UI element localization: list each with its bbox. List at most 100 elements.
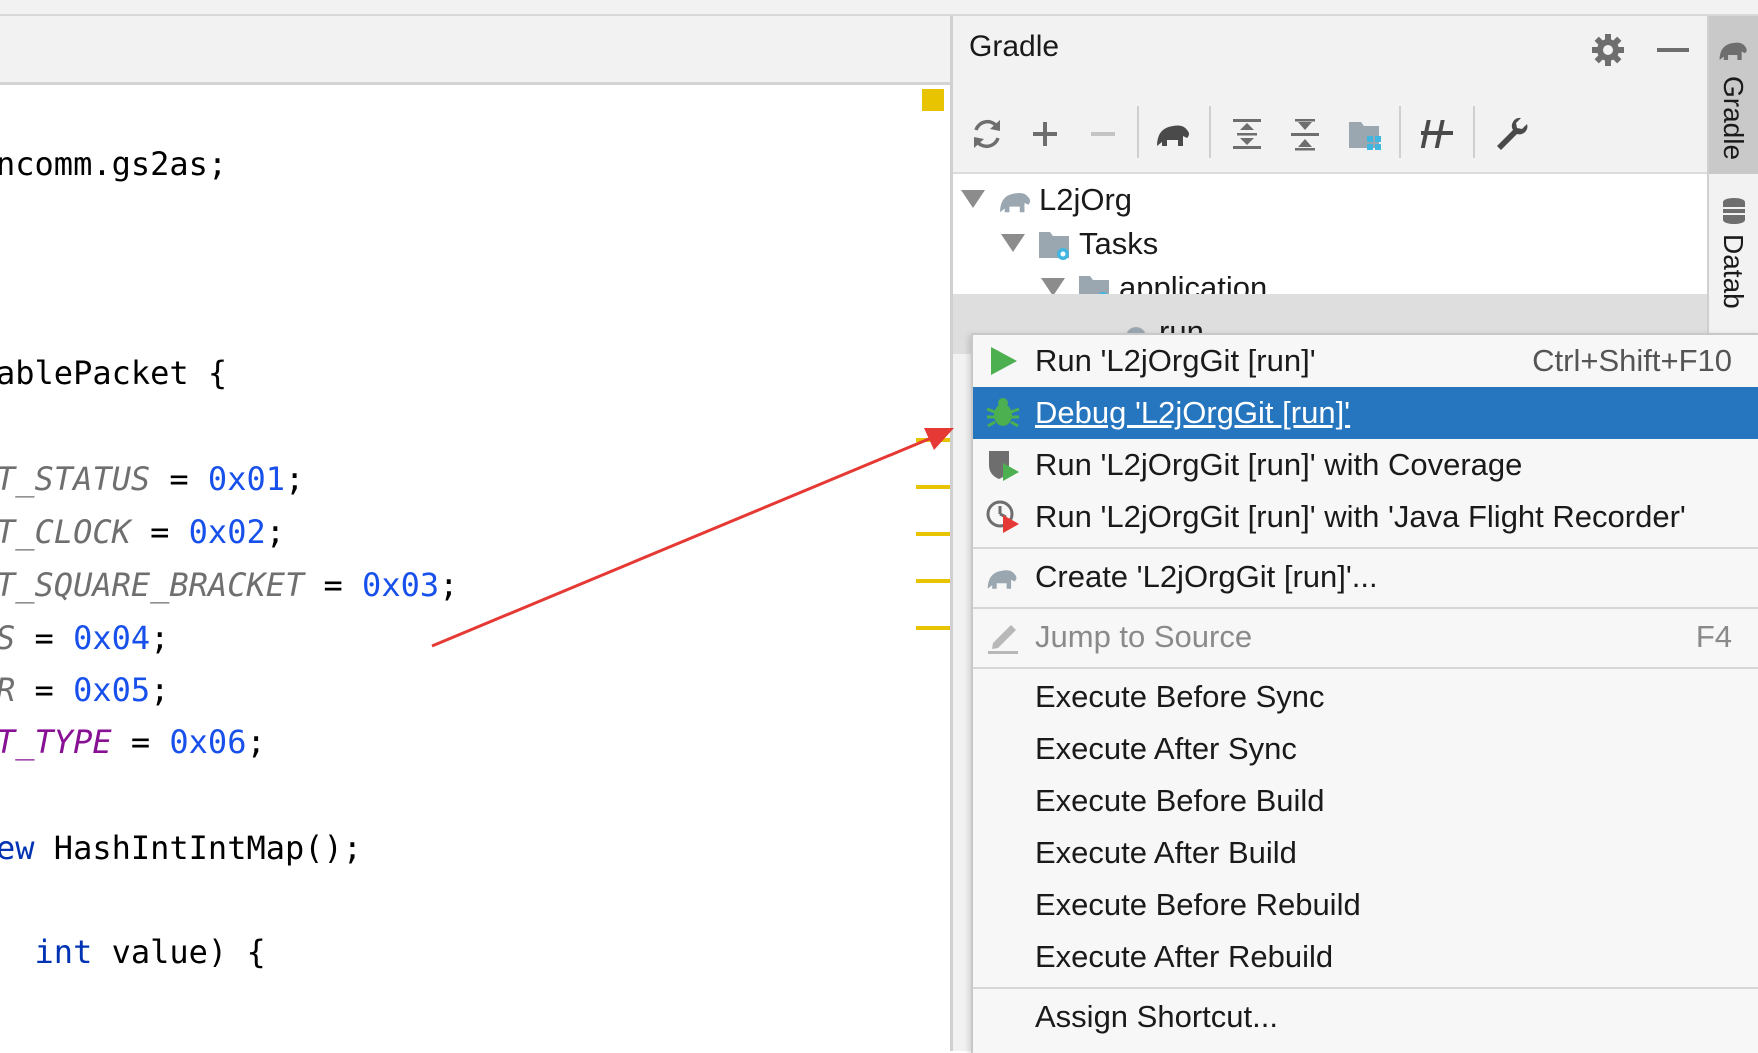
code-token: T_TYPE	[0, 723, 112, 761]
code-token: ;	[265, 513, 285, 551]
tasks-folder-icon	[1039, 232, 1069, 260]
gradle-title: Gradle	[969, 30, 1060, 63]
code-token: ;	[246, 723, 266, 761]
profiler-clock-icon	[986, 500, 1019, 533]
menu-item-run-jfr[interactable]: Run 'L2jOrgGit [run]' with 'Java Flight …	[973, 491, 1758, 543]
wrench-icon[interactable]	[1491, 114, 1531, 154]
analysis-status-icon[interactable]	[922, 89, 944, 111]
code-line: S = 0x04;	[0, 618, 169, 658]
code-token: 0x04	[73, 619, 151, 657]
menu-item-create[interactable]: Create 'L2jOrgGit [run]'...	[973, 551, 1758, 603]
code-token: ;	[150, 619, 170, 657]
warning-stripe[interactable]	[916, 438, 950, 442]
warning-stripe[interactable]	[916, 485, 950, 489]
gradle-toolbar	[953, 94, 1707, 170]
expand-arrow-icon[interactable]	[961, 190, 985, 208]
run-icon	[991, 347, 1017, 375]
code-token: 0x06	[169, 723, 247, 761]
code-token: ablePacket {	[0, 354, 228, 392]
code-token: =	[15, 619, 74, 657]
gradle-elephant-icon[interactable]	[1153, 114, 1193, 154]
remove-icon[interactable]	[1083, 114, 1123, 154]
collapse-all-icon[interactable]	[1285, 114, 1325, 154]
add-icon[interactable]	[1025, 114, 1065, 154]
code-token: =	[150, 460, 208, 498]
code-token: =	[130, 513, 189, 551]
group-modules-icon[interactable]	[1345, 114, 1385, 154]
expand-all-icon[interactable]	[1227, 114, 1267, 154]
code-token: HashIntIntMap();	[34, 829, 363, 867]
menu-separator	[973, 987, 1758, 989]
reload-icon[interactable]	[967, 114, 1007, 154]
code-line: int value) {	[0, 932, 266, 972]
code-line: ncomm.gs2as;	[0, 144, 227, 184]
code-token: 0x05	[73, 671, 151, 709]
toggle-offline-icon[interactable]	[1417, 114, 1457, 154]
code-line: T_SQUARE_BRACKET = 0x03;	[0, 565, 458, 605]
code-token: 0x03	[362, 566, 440, 604]
code-token: T_STATUS	[0, 460, 151, 498]
gear-icon[interactable]	[1590, 32, 1626, 68]
menu-item-execute-after-rebuild[interactable]: Execute After Rebuild	[973, 931, 1758, 983]
menu-separator	[973, 607, 1758, 609]
debug-bug-icon	[986, 398, 1020, 428]
code-token: 0x01	[207, 460, 285, 498]
menu-separator	[973, 547, 1758, 549]
gradle-tab-label: Gradle	[1718, 76, 1749, 161]
gradle-elephant-icon	[987, 570, 1017, 589]
warning-stripe[interactable]	[916, 626, 950, 630]
tree-item-root[interactable]: L2jOrg	[1039, 182, 1132, 218]
menu-item-execute-before-rebuild[interactable]: Execute Before Rebuild	[973, 879, 1758, 931]
menu-item-debug[interactable]: Debug 'L2jOrgGit [run]'	[973, 387, 1758, 439]
toolbar-separator	[1209, 106, 1211, 158]
code-line: T_CLOCK = 0x02;	[0, 512, 285, 552]
menu-item-assign-shortcut[interactable]: Assign Shortcut...	[973, 991, 1758, 1043]
code-token: value) {	[92, 933, 266, 971]
menu-item-jump-to-source[interactable]: Jump to Source F4	[973, 611, 1758, 663]
gradle-project-icon	[1000, 192, 1031, 213]
code-token: ncomm.gs2as;	[0, 145, 228, 183]
menu-item-execute-after-build[interactable]: Execute After Build	[973, 827, 1758, 879]
code-token: 0x02	[188, 513, 266, 551]
code-line: R = 0x05;	[0, 670, 169, 710]
editor-tab-bar	[0, 16, 950, 85]
gradle-tab[interactable]: Gradle	[1709, 16, 1758, 174]
database-tab-label[interactable]: Datab	[1717, 234, 1749, 309]
warning-stripe[interactable]	[916, 532, 950, 536]
code-editor[interactable]: ncomm.gs2as; ablePacket { T_STATUS = 0x01;…	[0, 16, 950, 1051]
code-line: ew HashIntIntMap();	[0, 828, 362, 868]
code-token: T_CLOCK	[0, 513, 131, 551]
code-token: T_SQUARE_BRACKET	[0, 566, 305, 604]
menu-separator	[973, 667, 1758, 669]
expand-arrow-icon[interactable]	[1001, 234, 1025, 252]
code-token: R	[0, 671, 15, 709]
edit-pencil-icon	[988, 625, 1018, 654]
code-line: ablePacket {	[0, 353, 227, 393]
menu-item-execute-after-sync[interactable]: Execute After Sync	[973, 723, 1758, 775]
gradle-project-tree[interactable]: L2jOrg Tasks application run	[953, 172, 1707, 354]
database-icon[interactable]	[1719, 196, 1749, 226]
menu-item-execute-before-sync[interactable]: Execute Before Sync	[973, 671, 1758, 723]
menu-item-execute-before-build[interactable]: Execute Before Build	[973, 775, 1758, 827]
code-line: T_TYPE = 0x06;	[0, 722, 266, 762]
toolbar-separator	[1399, 106, 1401, 158]
code-token: ew	[0, 829, 35, 867]
code-token: ;	[150, 671, 170, 709]
code-token: ;	[439, 566, 459, 604]
toolbar-separator	[1137, 106, 1139, 158]
toolbar-separator	[1473, 106, 1475, 158]
context-menu: Run 'L2jOrgGit [run]' Ctrl+Shift+F10 Deb…	[971, 333, 1758, 1053]
code-token: ;	[284, 460, 305, 498]
code-token: int	[34, 933, 93, 971]
gradle-elephant-icon	[1719, 42, 1747, 61]
code-token: S	[0, 619, 15, 657]
menu-item-run[interactable]: Run 'L2jOrgGit [run]' Ctrl+Shift+F10	[973, 335, 1758, 387]
code-token: =	[111, 723, 170, 761]
menu-item-run-coverage[interactable]: Run 'L2jOrgGit [run]' with Coverage	[973, 439, 1758, 491]
tree-item-tasks[interactable]: Tasks	[1079, 226, 1158, 262]
minimize-icon[interactable]	[1657, 48, 1689, 52]
code-line: T_STATUS = 0x01;	[0, 459, 304, 499]
warning-stripe[interactable]	[916, 579, 950, 583]
code-token: =	[304, 566, 363, 604]
